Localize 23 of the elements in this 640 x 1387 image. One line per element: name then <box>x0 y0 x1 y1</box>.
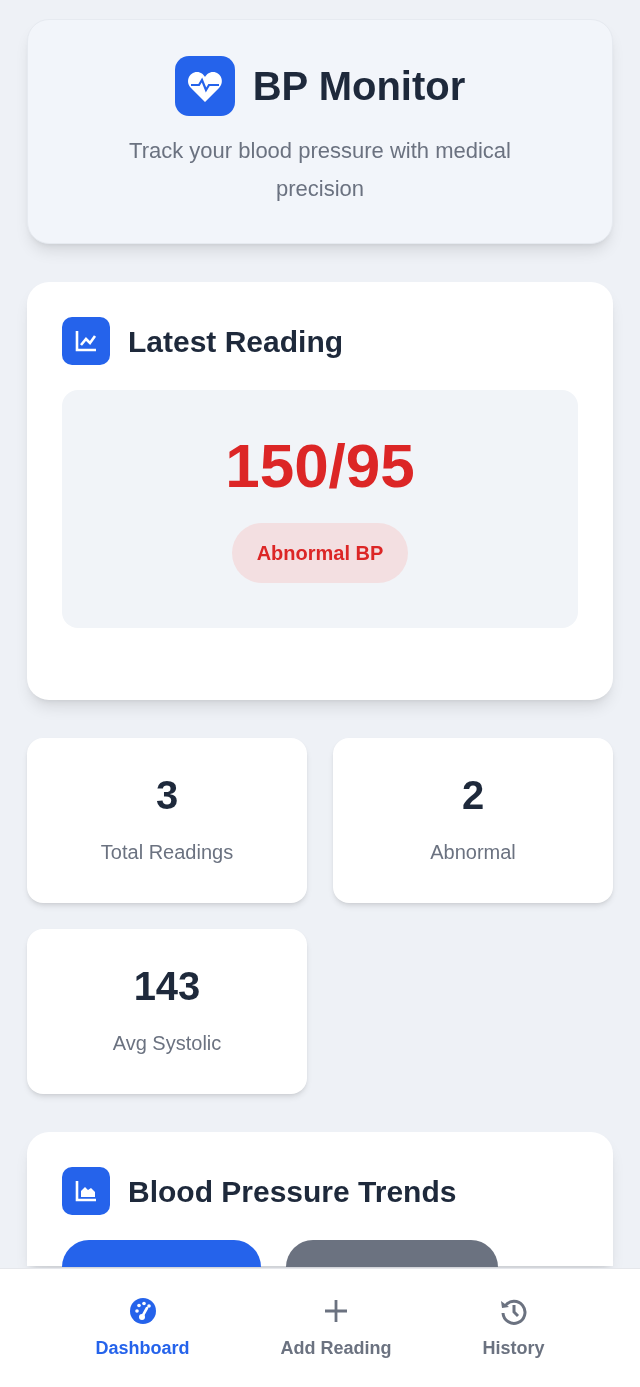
history-icon <box>499 1297 528 1325</box>
heart-pulse-icon <box>174 55 235 116</box>
card-title: Blood Pressure Trends <box>128 1173 457 1210</box>
stat-value: 3 <box>155 774 179 815</box>
card-title: Latest Reading <box>128 323 344 360</box>
blood-pressure-value: 150/95 <box>225 435 415 497</box>
app-title: BP Monitor <box>252 62 466 110</box>
chart-tab-button[interactable] <box>286 1240 498 1267</box>
stat-value: 2 <box>461 774 485 815</box>
stat-label: Avg Systolic <box>112 1030 222 1056</box>
nav-tab[interactable]: Add Reading <box>280 1297 392 1362</box>
line-chart-icon <box>62 317 110 365</box>
nav-tab[interactable]: Dashboard <box>95 1297 190 1362</box>
stat-label: Total Readings <box>100 839 234 865</box>
gauge-icon <box>128 1297 157 1325</box>
chart-tab-button[interactable] <box>62 1240 261 1267</box>
plus-icon <box>322 1297 350 1325</box>
nav-tab[interactable]: History <box>482 1297 545 1362</box>
area-chart-icon <box>62 1167 110 1215</box>
stat-value: 143 <box>133 965 201 1006</box>
status-badge: Abnormal BP <box>231 523 409 583</box>
stat-label: Abnormal <box>430 839 516 865</box>
app-subtitle: Track your blood pressure with medical precision <box>128 136 512 203</box>
